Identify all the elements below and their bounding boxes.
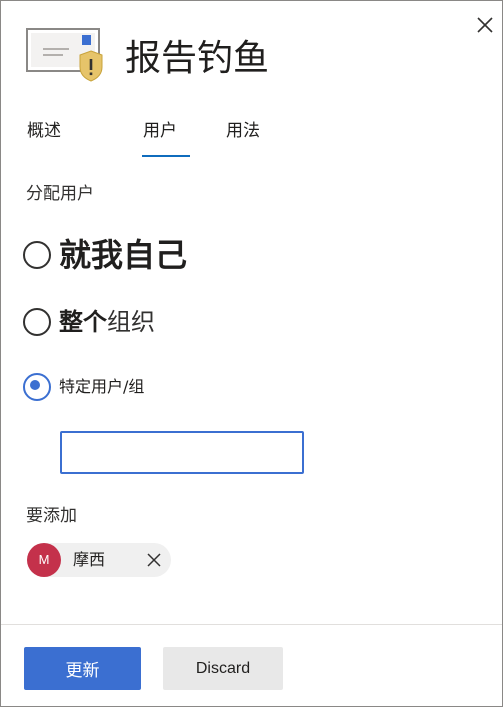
radio-label-entire-org: 整个组织 [59, 305, 155, 339]
discard-button[interactable]: Discard [163, 647, 283, 690]
remove-user-icon[interactable] [145, 551, 163, 569]
radio-label-entire-org-bold: 整个 [59, 308, 107, 336]
assign-users-label: 分配用户 [26, 184, 94, 204]
update-button[interactable]: 更新 [24, 647, 141, 690]
radio-label-just-me: 就我自己 [59, 236, 188, 274]
radio-option-specific-users[interactable]: 特定用户/组 [23, 373, 144, 401]
tab-users[interactable]: 用户 [143, 119, 177, 143]
tab-bar: 概述 用户 用法 [1, 111, 502, 161]
tab-usage[interactable]: 用法 [226, 119, 260, 143]
radio-button[interactable] [23, 241, 51, 269]
close-icon[interactable] [471, 11, 499, 39]
avatar: M [27, 543, 61, 577]
radio-button[interactable] [23, 308, 51, 336]
user-chip-name: 摩西 [73, 550, 106, 569]
footer-divider [1, 624, 502, 625]
radio-option-just-me[interactable]: 就我自己 [23, 235, 187, 275]
user-chip: M 摩西 [27, 543, 171, 577]
report-phishing-panel: 报告钓鱼 概述 用户 用法 分配用户 就我自己 整个组织 特定用户/组 要添加 … [0, 0, 503, 707]
radio-label-entire-org-normal: 组织 [107, 308, 155, 336]
panel-title: 报告钓鱼 [125, 38, 270, 79]
tab-overview[interactable]: 概述 [27, 119, 61, 143]
envelope-warning-icon [26, 28, 103, 82]
selected-tab-indicator [142, 155, 190, 157]
radio-button-selected[interactable] [23, 373, 51, 401]
radio-option-entire-org[interactable]: 整个组织 [23, 305, 155, 339]
user-search-input[interactable] [60, 431, 304, 474]
to-add-label: 要添加 [26, 506, 77, 526]
radio-label-specific-users: 特定用户/组 [59, 377, 145, 396]
